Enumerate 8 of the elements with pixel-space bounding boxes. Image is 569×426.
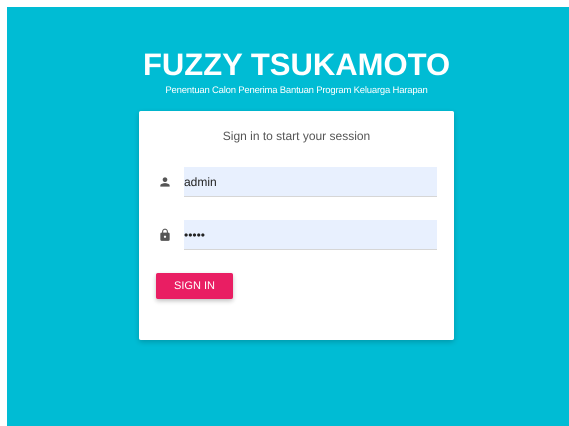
lock-icon	[158, 228, 172, 242]
sign-in-button[interactable]: SIGN IN	[156, 273, 233, 299]
username-field[interactable]: admin	[184, 167, 437, 197]
person-icon	[158, 175, 172, 189]
app-title: FUZZY TSUKAMOTO	[142, 47, 450, 83]
app-subtitle: Penentuan Calon Penerima Bantuan Program Keluarga Harapan	[165, 85, 428, 96]
password-field[interactable]: •••••	[184, 220, 437, 250]
login-heading: Sign in to start your session	[222, 129, 372, 143]
